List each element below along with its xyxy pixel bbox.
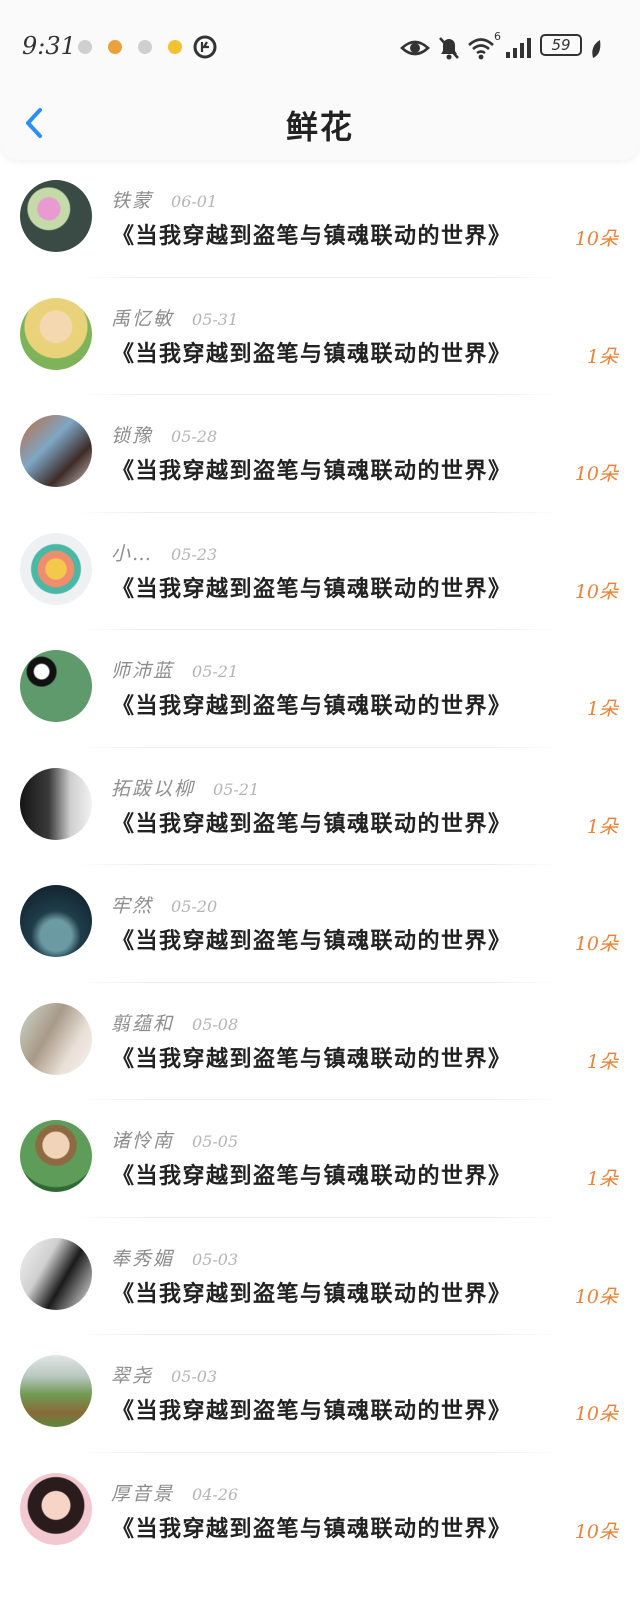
sender-name: 奉秀媚 [111, 1247, 175, 1270]
avatar [20, 415, 92, 487]
flower-count: 1朵 [586, 1168, 618, 1190]
sender-name: 翠尧 [111, 1365, 154, 1387]
avatar [20, 1002, 92, 1075]
battery-indicator: 59 [540, 34, 582, 56]
send-date: 05-20 [171, 897, 218, 916]
app-notification-icon [168, 40, 182, 54]
signal-icon [504, 34, 534, 66]
book-title: 《当我穿越到盗笔与镇魂联动的世界》 [112, 575, 512, 602]
book-title: 《当我穿越到盗笔与镇魂联动的世界》 [112, 693, 512, 719]
send-date: 05-21 [213, 779, 260, 799]
flower-count: 10朵 [574, 580, 618, 603]
list-item[interactable]: 铁蒙 06-01 《当我穿越到盗笔与镇魂联动的世界》 10朵 [0, 160, 640, 278]
book-title: 《当我穿越到盗笔与镇魂联动的世界》 [112, 1398, 512, 1424]
status-time: 9:31 [22, 32, 76, 60]
avatar [20, 1355, 92, 1427]
app-notification-icon [78, 40, 92, 54]
book-title: 《当我穿越到盗笔与镇魂联动的世界》 [112, 1163, 512, 1189]
sender-name: 诸怜南 [111, 1130, 175, 1152]
flower-count: 10朵 [574, 1285, 618, 1308]
book-title: 《当我穿越到盗笔与镇魂联动的世界》 [112, 810, 512, 837]
book-title: 《当我穿越到盗笔与镇魂联动的世界》 [112, 1280, 512, 1307]
sender-name: 师沛蓝 [111, 660, 175, 682]
sender-name: 锁豫 [111, 425, 154, 447]
list-item[interactable]: 锁豫 05-28 《当我穿越到盗笔与镇魂联动的世界》 10朵 [0, 395, 640, 513]
top-bar: 9:31 6 59 鲜花 [0, 0, 640, 160]
list-item[interactable]: 诸怜南 05-05 《当我穿越到盗笔与镇魂联动的世界》 1朵 [0, 1100, 640, 1218]
send-date: 05-23 [171, 544, 218, 564]
list-item[interactable]: 小… 05-23 《当我穿越到盗笔与镇魂联动的世界》 10朵 [0, 513, 640, 630]
flower-count: 10朵 [574, 933, 618, 955]
send-date: 05-05 [192, 1132, 239, 1151]
sender-name: 厚音景 [111, 1482, 175, 1505]
network-type-label: 6 [494, 30, 501, 43]
avatar [20, 532, 92, 605]
send-date: 05-03 [171, 1367, 218, 1386]
avatar [20, 180, 92, 252]
book-title: 《当我穿越到盗笔与镇魂联动的世界》 [112, 1515, 512, 1542]
avatar [20, 1472, 92, 1545]
eye-icon [400, 34, 430, 66]
list-item[interactable]: 牢然 05-20 《当我穿越到盗笔与镇魂联动的世界》 10朵 [0, 865, 640, 983]
header: 鲜花 [0, 88, 640, 158]
list-item[interactable]: 奉秀媚 05-03 《当我穿越到盗笔与镇魂联动的世界》 10朵 [0, 1218, 640, 1335]
send-date: 05-21 [192, 662, 239, 681]
list-item[interactable]: 翦蕴和 05-08 《当我穿越到盗笔与镇魂联动的世界》 1朵 [0, 983, 640, 1100]
avatar [20, 650, 92, 722]
book-title: 《当我穿越到盗笔与镇魂联动的世界》 [112, 340, 512, 367]
avatar [20, 885, 92, 957]
book-title: 《当我穿越到盗笔与镇魂联动的世界》 [112, 223, 512, 249]
status-icons: 6 59 [400, 30, 630, 66]
send-date: 05-31 [192, 309, 239, 329]
sender-name: 铁蒙 [111, 190, 154, 212]
flower-count: 1朵 [586, 698, 618, 720]
clock-badge-icon [192, 34, 218, 64]
sender-name: 翦蕴和 [111, 1012, 175, 1035]
flower-count: 1朵 [586, 1050, 618, 1073]
sender-name: 禹忆敏 [111, 307, 175, 330]
sender-name: 牢然 [111, 895, 154, 917]
avatar [20, 1237, 92, 1310]
wifi-icon [466, 34, 496, 66]
book-title: 《当我穿越到盗笔与镇魂联动的世界》 [112, 928, 512, 954]
status-bar: 9:31 6 59 [0, 28, 640, 68]
flower-count: 10朵 [574, 228, 618, 250]
avatar [20, 767, 92, 840]
mute-bell-icon [436, 34, 462, 66]
list-item[interactable]: 厚音景 04-26 《当我穿越到盗笔与镇魂联动的世界》 10朵 [0, 1453, 640, 1571]
send-date: 05-03 [192, 1249, 239, 1269]
list-item[interactable]: 翠尧 05-03 《当我穿越到盗笔与镇魂联动的世界》 10朵 [0, 1335, 640, 1453]
page-title: 鲜花 [285, 108, 354, 146]
flower-count: 10朵 [574, 463, 618, 485]
app-notification-icon [108, 40, 122, 54]
list-item[interactable]: 拓跋以柳 05-21 《当我穿越到盗笔与镇魂联动的世界》 1朵 [0, 748, 640, 865]
book-title: 《当我穿越到盗笔与镇魂联动的世界》 [112, 1045, 512, 1072]
send-date: 06-01 [171, 192, 218, 211]
app-notification-icon [138, 40, 152, 54]
sender-name: 小… [111, 542, 154, 565]
flower-count: 1朵 [586, 815, 618, 838]
book-title: 《当我穿越到盗笔与镇魂联动的世界》 [112, 458, 512, 484]
list-item[interactable]: 禹忆敏 05-31 《当我穿越到盗笔与镇魂联动的世界》 1朵 [0, 278, 640, 395]
flower-record-list: 铁蒙 06-01 《当我穿越到盗笔与镇魂联动的世界》 10朵 禹忆敏 05-31 《… [0, 160, 640, 1570]
leaf-icon [588, 38, 604, 64]
send-date: 05-08 [192, 1014, 239, 1034]
sender-name: 拓跋以柳 [111, 777, 196, 800]
avatar [20, 297, 92, 370]
flower-count: 1朵 [586, 345, 618, 368]
send-date: 04-26 [192, 1484, 239, 1504]
flower-count: 10朵 [574, 1520, 618, 1543]
send-date: 05-28 [171, 427, 218, 446]
avatar [20, 1120, 92, 1192]
flower-count: 10朵 [574, 1403, 618, 1425]
list-item[interactable]: 师沛蓝 05-21 《当我穿越到盗笔与镇魂联动的世界》 1朵 [0, 630, 640, 748]
